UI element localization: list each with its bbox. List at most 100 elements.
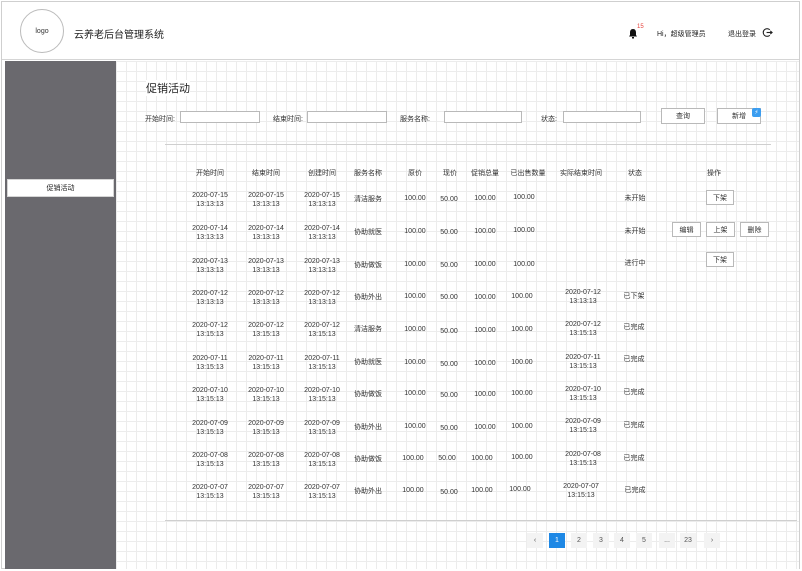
start-time-label: 开始时间:: [145, 116, 175, 123]
cell-promo-total: 100.00: [474, 261, 496, 268]
cell-promo-total: 100.00: [474, 228, 496, 235]
cell-service: 协助就医: [354, 359, 382, 366]
cell-sold: 100.00: [511, 454, 533, 461]
cell-created-date: 2020-07-14: [304, 225, 340, 232]
cell-start-date: 2020-07-07: [192, 484, 228, 491]
cell-actual-end-time: 13:15:13: [569, 395, 597, 402]
col-header-service-name: 服务名称: [354, 170, 382, 177]
cell-created-date: 2020-07-09: [304, 420, 340, 427]
cell-service: 清洁服务: [354, 326, 382, 333]
cell-end-date: 2020-07-08: [248, 452, 284, 459]
cell-created-time: 13:15:13: [308, 429, 336, 436]
cell-created-time: 13:15:13: [308, 331, 336, 338]
cell-start-time: 13:15:13: [196, 364, 224, 371]
cell-created-date: 2020-07-12: [304, 290, 340, 297]
cell-status: 未开始: [624, 228, 646, 235]
cell-end-time: 13:13:13: [252, 299, 280, 306]
cell-current-price: 50.00: [440, 196, 458, 203]
end-time-input[interactable]: [307, 111, 387, 123]
cell-status: 已完成: [623, 389, 645, 396]
cell-created-date: 2020-07-15: [304, 192, 340, 199]
pagination-page-3[interactable]: 3: [593, 533, 609, 548]
cell-created-date: 2020-07-11: [304, 355, 340, 362]
cell-created-time: 13:15:13: [308, 493, 336, 500]
cell-sold: 100.00: [511, 359, 533, 366]
cell-original-price: 100.00: [404, 326, 426, 333]
delist-button[interactable]: 下架: [706, 252, 734, 267]
cell-actual-end-date: 2020-07-11: [565, 354, 601, 361]
cell-start-date: 2020-07-12: [192, 322, 228, 329]
cell-actual-end-date: 2020-07-08: [565, 451, 601, 458]
cell-actual-end-date: 2020-07-12: [565, 321, 601, 328]
cell-start-date: 2020-07-15: [192, 192, 228, 199]
cell-status: 已完成: [623, 324, 645, 331]
pagination-page-4[interactable]: 4: [614, 533, 630, 548]
cell-current-price: 50.00: [440, 361, 458, 368]
cell-promo-total: 100.00: [474, 424, 496, 431]
cell-service: 协助做饭: [354, 262, 382, 269]
cell-created-date: 2020-07-13: [304, 258, 340, 265]
pagination-ellipsis: ...: [659, 533, 675, 548]
col-header-promo-total: 促销总量: [471, 170, 499, 177]
service-name-input[interactable]: [444, 111, 522, 123]
list-button[interactable]: 上架: [706, 222, 735, 237]
cell-sold: 100.00: [509, 486, 531, 493]
delete-button[interactable]: 删除: [740, 222, 769, 237]
cell-current-price: 50.00: [438, 455, 456, 462]
cell-original-price: 100.00: [404, 228, 426, 235]
cell-end-date: 2020-07-10: [248, 387, 284, 394]
cell-created-time: 13:15:13: [308, 364, 336, 371]
cell-created-date: 2020-07-12: [304, 322, 340, 329]
cell-service: 协助做饭: [354, 456, 382, 463]
sidebar: 促销活动: [5, 61, 116, 569]
edit-button[interactable]: 编辑: [672, 222, 701, 237]
search-button[interactable]: 查询: [661, 108, 705, 124]
cell-status: 已下架: [623, 293, 645, 300]
cell-end-date: 2020-07-12: [248, 290, 284, 297]
cell-promo-total: 100.00: [471, 455, 493, 462]
cell-service: 协助外出: [354, 488, 382, 495]
logout-link[interactable]: 退出登录: [728, 29, 756, 39]
cell-original-price: 100.00: [402, 455, 424, 462]
pagination-page-5[interactable]: 5: [636, 533, 652, 548]
cell-start-time: 13:13:13: [196, 201, 224, 208]
cell-end-date: 2020-07-15: [248, 192, 284, 199]
cell-created-date: 2020-07-08: [304, 452, 340, 459]
filter-divider: [165, 144, 771, 145]
notification-badge: 15: [637, 24, 644, 30]
cell-start-time: 13:15:13: [196, 429, 224, 436]
col-header-sold: 已出售数量: [510, 170, 546, 177]
cell-end-time: 13:15:13: [252, 364, 280, 371]
cell-start-time: 13:13:13: [196, 267, 224, 274]
cell-actual-end-time: 13:15:13: [569, 427, 597, 434]
pagination-page-2[interactable]: 2: [571, 533, 587, 548]
cell-service: 协助外出: [354, 294, 382, 301]
pagination-page-1[interactable]: 1: [549, 533, 565, 548]
col-header-actions: 操作: [707, 170, 721, 177]
cell-actual-end-time: 13:15:13: [567, 492, 595, 499]
cell-current-price: 50.00: [440, 489, 458, 496]
cell-created-date: 2020-07-10: [304, 387, 340, 394]
pagination-prev-button[interactable]: ‹: [527, 533, 543, 548]
status-select[interactable]: [563, 111, 641, 123]
cell-end-date: 2020-07-07: [248, 484, 284, 491]
pagination-page-last[interactable]: 23: [680, 533, 696, 548]
start-time-input[interactable]: [180, 111, 260, 123]
cell-sold: 100.00: [511, 293, 533, 300]
sidebar-item-promotions[interactable]: 促销活动: [7, 179, 114, 197]
page-title: 促销活动: [146, 80, 190, 96]
cell-start-time: 13:15:13: [196, 493, 224, 500]
cell-end-time: 13:15:13: [252, 396, 280, 403]
col-header-current-price: 现价: [443, 170, 457, 177]
cell-created-time: 13:15:13: [308, 461, 336, 468]
app-window: logo 云养老后台管理系统 15 Hi，超级管理员 退出登录 促销活动 促销活…: [1, 1, 800, 569]
cell-promo-total: 100.00: [471, 487, 493, 494]
status-label: 状态:: [541, 116, 557, 123]
pagination-next-button[interactable]: ›: [704, 533, 720, 548]
logout-icon[interactable]: [762, 27, 773, 38]
lightning-icon: ⚡: [752, 108, 761, 117]
col-header-actual-end-time: 实际结束时间: [560, 170, 602, 177]
main-content: 促销活动 开始时间: 结束时间: 服务名称: 状态: 查询 新增 ⚡ 开始时间 …: [116, 61, 799, 569]
delist-button[interactable]: 下架: [706, 190, 734, 205]
cell-created-time: 13:13:13: [308, 299, 336, 306]
